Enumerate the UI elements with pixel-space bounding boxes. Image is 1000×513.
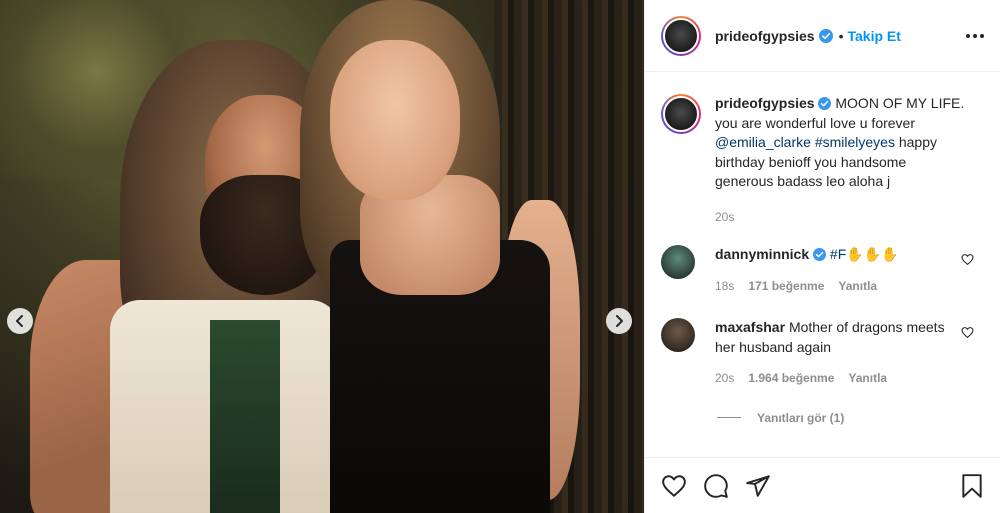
comments-section: prideofgypsies MOON OF MY LIFE. you are … xyxy=(645,72,1000,457)
comment-likes[interactable]: 171 beğenme xyxy=(748,277,824,297)
action-bar xyxy=(645,457,1000,513)
share-button[interactable] xyxy=(745,473,771,499)
comment-meta: 18s 171 beğenme Yanıtla xyxy=(715,277,961,297)
reply-button[interactable]: Yanıtla xyxy=(848,369,887,389)
comment-meta: 20s 1.964 beğenme Yanıtla xyxy=(715,369,961,389)
like-button[interactable] xyxy=(661,473,687,499)
follow-button[interactable]: Takip Et xyxy=(848,28,901,44)
heart-icon[interactable] xyxy=(961,253,974,266)
heart-icon xyxy=(662,474,686,497)
caption-username[interactable]: prideofgypsies xyxy=(715,95,815,111)
comment-body: maxafshar Mother of dragons meets her hu… xyxy=(715,318,961,389)
comment-likes[interactable]: 1.964 beğenme xyxy=(748,369,834,389)
chevron-left-icon xyxy=(16,315,23,327)
save-button[interactable] xyxy=(960,473,984,499)
raised-hand-emoji: ✋✋✋ xyxy=(846,246,899,262)
photo-man-shirt xyxy=(210,320,280,513)
verified-badge-icon xyxy=(818,97,832,110)
author-username[interactable]: prideofgypsies xyxy=(715,28,815,44)
replies-divider xyxy=(717,417,741,418)
photo-woman-face xyxy=(330,40,460,200)
post-panel: prideofgypsies • Takip Et prideofgypsies… xyxy=(644,0,1000,513)
commenter-avatar[interactable] xyxy=(661,318,695,352)
hashtag-link[interactable]: #smilelyeyes xyxy=(815,134,895,150)
more-options-icon[interactable] xyxy=(966,33,984,38)
bookmark-icon xyxy=(962,473,982,498)
heart-icon[interactable] xyxy=(961,326,974,339)
caption-body: prideofgypsies MOON OF MY LIFE. you are … xyxy=(715,94,965,227)
verified-badge-icon xyxy=(813,248,827,261)
comment-time[interactable]: 18s xyxy=(715,277,734,297)
mention-link[interactable]: @emilia_clarke xyxy=(715,134,811,150)
caption-avatar[interactable] xyxy=(661,94,701,134)
comment-body: dannyminnick #F✋✋✋ 18s 171 beğenme Yanıt… xyxy=(715,245,961,296)
chevron-right-icon xyxy=(616,315,623,327)
post-header: prideofgypsies • Takip Et xyxy=(645,0,1000,72)
commenter-username[interactable]: dannyminnick xyxy=(715,246,809,262)
separator-dot: • xyxy=(838,27,844,44)
reply-button[interactable]: Yanıtla xyxy=(838,277,877,297)
caption-time[interactable]: 20s xyxy=(715,208,734,228)
comment-row: maxafshar Mother of dragons meets her hu… xyxy=(661,318,984,389)
comment-button[interactable] xyxy=(703,473,729,499)
comment-row: dannyminnick #F✋✋✋ 18s 171 beğenme Yanıt… xyxy=(661,245,984,296)
hashtag-link[interactable]: #F xyxy=(830,246,846,262)
view-replies-label: Yanıtları gör (1) xyxy=(757,410,845,425)
verified-badge-icon xyxy=(818,28,833,43)
post-photo[interactable] xyxy=(0,0,644,513)
commenter-username[interactable]: maxafshar xyxy=(715,319,785,335)
view-replies-button[interactable]: Yanıtları gör (1) xyxy=(661,411,984,425)
author-avatar[interactable] xyxy=(661,15,701,56)
comment-time[interactable]: 20s xyxy=(715,369,734,389)
comment-icon xyxy=(704,473,728,498)
caption-row: prideofgypsies MOON OF MY LIFE. you are … xyxy=(661,94,984,227)
next-photo-button[interactable] xyxy=(606,308,632,334)
previous-photo-button[interactable] xyxy=(7,308,33,334)
caption-meta: 20s xyxy=(715,208,965,228)
commenter-avatar[interactable] xyxy=(661,245,695,279)
paper-plane-icon xyxy=(746,474,770,497)
